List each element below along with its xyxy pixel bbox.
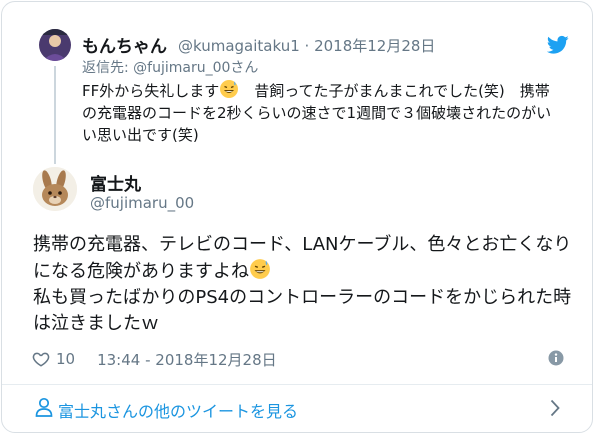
parent-author-name[interactable]: もんちゃん xyxy=(82,32,167,57)
reply-to-label[interactable]: 返信先: @fujimaru_00さん xyxy=(82,57,258,77)
grinning-sweat-emoji xyxy=(220,80,239,98)
person-icon xyxy=(35,397,53,417)
main-author-name[interactable]: 富士丸 xyxy=(90,170,141,195)
more-tweets-link[interactable]: 富士丸さんの他のツイートを見る xyxy=(2,385,592,432)
parent-author-handle[interactable]: @kumagaitaku1 · 2018年12月28日 xyxy=(178,35,435,56)
twitter-bird-icon[interactable] xyxy=(547,35,569,55)
more-tweets-label[interactable]: 富士丸さんの他のツイートを見る xyxy=(58,398,298,422)
heart-icon[interactable] xyxy=(32,350,50,368)
parent-tweet[interactable]: もんちゃん @kumagaitaku1 · 2018年12月28日 返信先: @… xyxy=(2,2,592,164)
embedded-tweet-card: もんちゃん @kumagaitaku1 · 2018年12月28日 返信先: @… xyxy=(1,1,593,433)
parent-avatar[interactable] xyxy=(39,29,71,61)
chevron-right-icon[interactable] xyxy=(550,399,560,417)
main-text-part1: 携帯の充電器、テレビのコード、LANケーブル、色々とお亡くなりになる危険がありま… xyxy=(33,234,572,282)
main-avatar[interactable] xyxy=(33,167,77,211)
parent-text-part1: FF外から失礼します xyxy=(82,82,220,100)
main-tweet-text: 携帯の充電器、テレビのコード、LANケーブル、色々とお亡くなりになる危険がありま… xyxy=(33,232,573,337)
main-author-handle[interactable]: @fujimaru_00 xyxy=(90,194,194,212)
thread-line xyxy=(54,66,56,164)
tweet-timestamp[interactable]: 13:44 - 2018年12月28日 xyxy=(97,349,277,370)
grinning-sweat-emoji xyxy=(250,259,270,279)
like-count[interactable]: 10 xyxy=(56,350,75,368)
info-icon[interactable] xyxy=(548,350,564,366)
parent-tweet-text: FF外から失礼します 昔飼ってた子がまんまこれでした(笑) 携帯の充電器のコード… xyxy=(82,79,552,146)
main-text-part2: 私も買ったばかりのPS4のコントローラーのコードをかじられた時は泣きましたｗ xyxy=(33,287,572,334)
tweet-meta-row: 10 13:44 - 2018年12月28日 xyxy=(32,348,277,370)
